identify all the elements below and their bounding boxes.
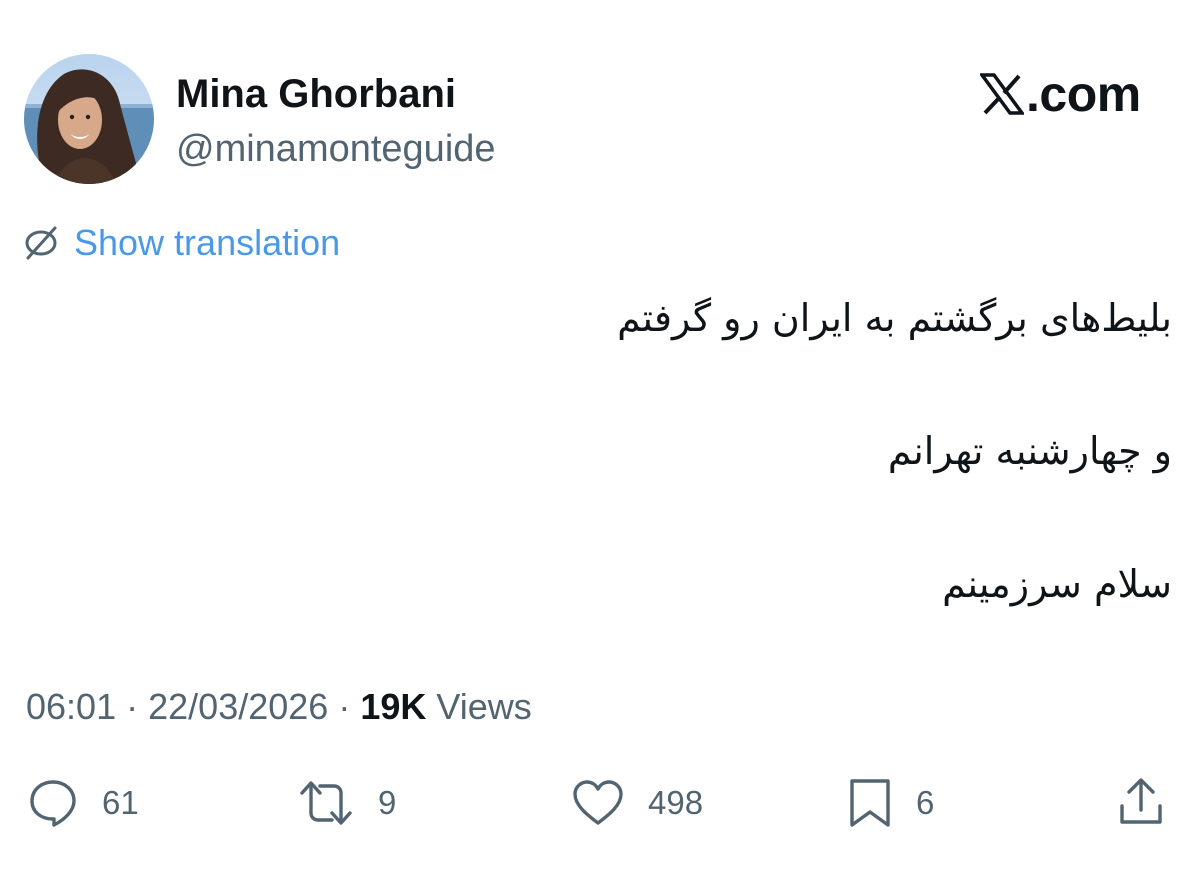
meta-separator: · xyxy=(338,686,351,727)
retweet-button[interactable]: 9 xyxy=(296,776,396,830)
avatar[interactable] xyxy=(24,54,154,184)
show-translation-label: Show translation xyxy=(74,222,341,263)
tweet-text-line: سلام سرزمینم xyxy=(942,562,1172,606)
views-count: 19K xyxy=(360,686,427,727)
bookmark-count: 6 xyxy=(916,784,935,821)
meta-separator: · xyxy=(126,686,139,727)
brand-text: .com xyxy=(1026,66,1141,122)
brand-mark: .com xyxy=(980,66,1141,122)
author-display-name[interactable]: Mina Ghorbani xyxy=(176,70,456,118)
reply-count: 61 xyxy=(102,784,139,821)
bookmark-icon xyxy=(850,779,890,827)
share-button[interactable] xyxy=(1116,776,1166,830)
tweet-text-line: و چهارشنبه تهرانم xyxy=(887,429,1172,473)
retweet-count: 9 xyxy=(378,784,397,821)
tweet-time[interactable]: 06:01 xyxy=(26,686,116,727)
tweet-meta: 06:01 · 22/03/2026 · 19K Views xyxy=(26,684,532,730)
like-button[interactable]: 498 xyxy=(570,776,703,830)
retweet-icon xyxy=(300,781,352,825)
reply-button[interactable]: 61 xyxy=(26,776,139,830)
reply-icon xyxy=(30,780,76,827)
heart-icon xyxy=(573,780,623,825)
avatar-photo xyxy=(24,54,154,184)
views-label: Views xyxy=(436,686,532,727)
author-handle[interactable]: @minamonteguide xyxy=(176,126,496,172)
show-translation-link[interactable]: Show translation xyxy=(22,221,340,265)
x-logo-icon xyxy=(980,73,1024,115)
like-count: 498 xyxy=(648,784,704,821)
share-icon xyxy=(1120,778,1162,824)
tweet-date[interactable]: 22/03/2026 xyxy=(148,686,328,727)
bookmark-button[interactable]: 6 xyxy=(846,776,934,830)
tweet-text-line: بلیط‌های برگشتم به ایران رو گرفتم xyxy=(617,296,1172,340)
globe-icon xyxy=(25,226,57,260)
